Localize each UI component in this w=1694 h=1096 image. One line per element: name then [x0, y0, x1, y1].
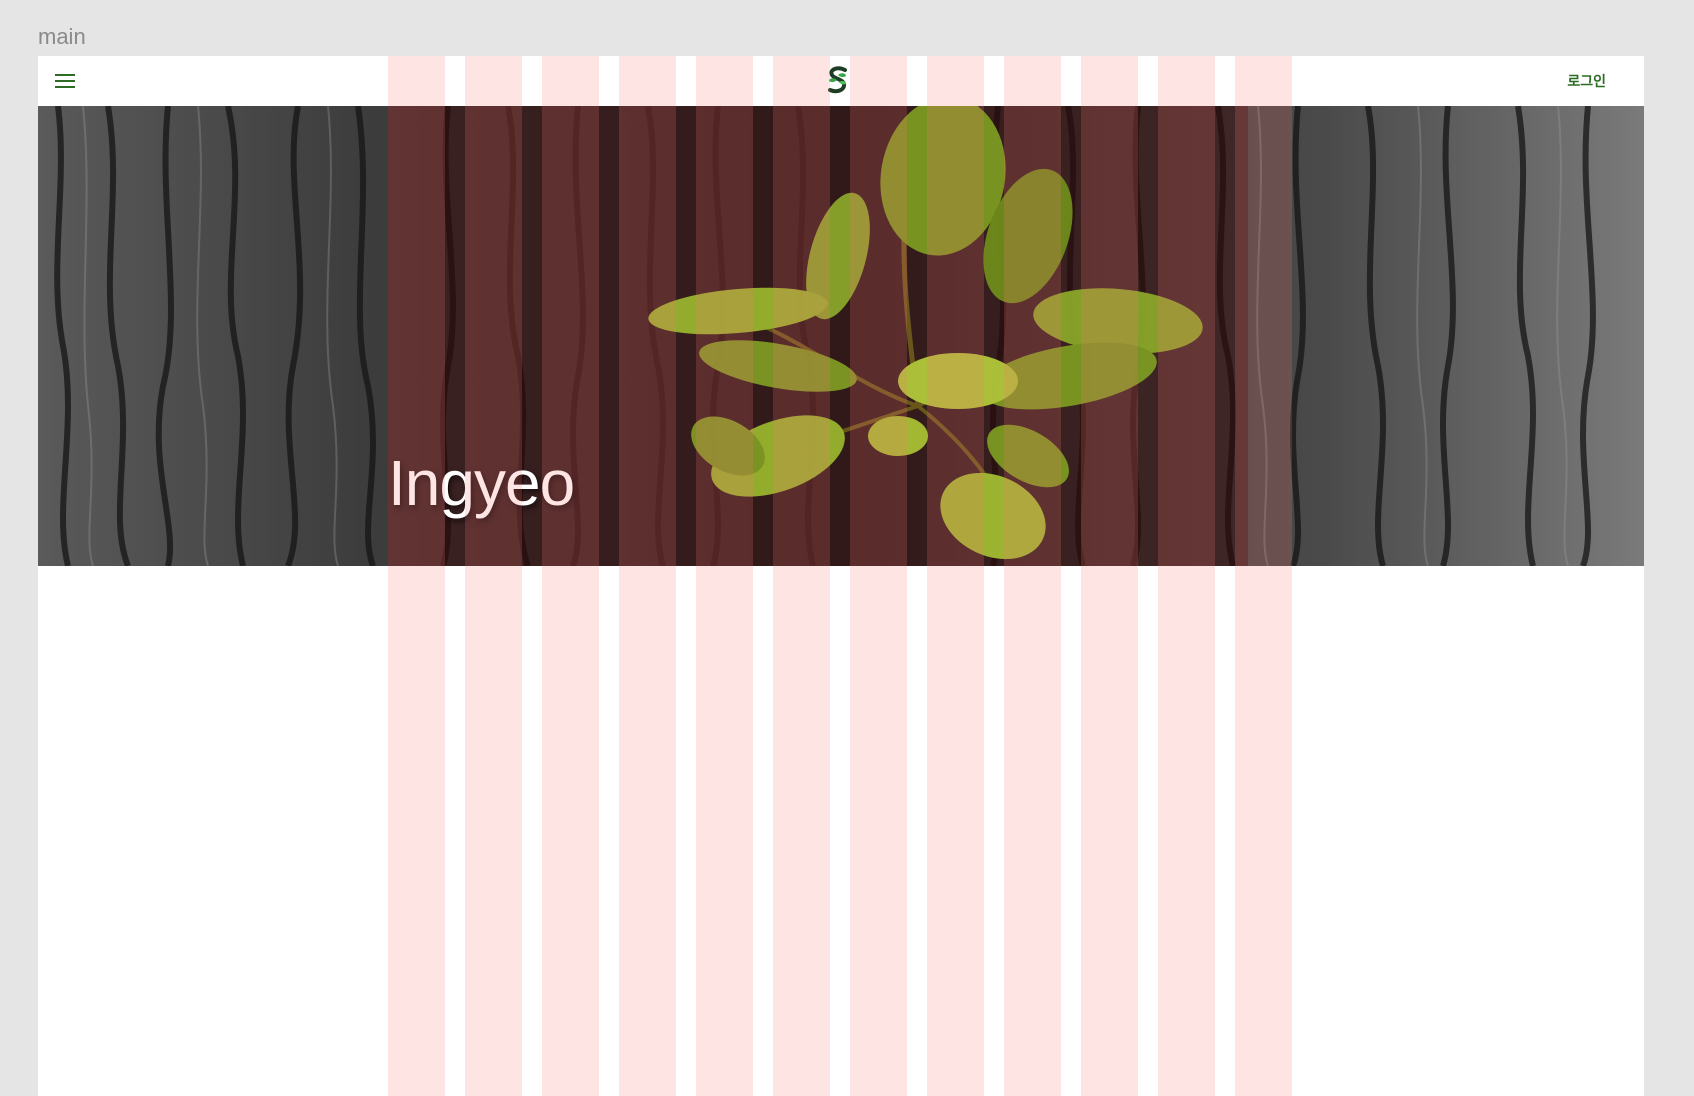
leaf-s-logo-icon[interactable]	[825, 66, 851, 96]
hero-title: Ingyeo	[388, 447, 575, 519]
artboard-label: main	[38, 24, 86, 49]
login-button[interactable]: 로그인	[1567, 71, 1606, 91]
hero-bark-image	[38, 106, 1644, 566]
main-artboard: 로그인 Ingyeo	[38, 56, 1644, 1096]
app-bar: 로그인	[38, 56, 1644, 106]
hero-banner: Ingyeo	[38, 106, 1644, 566]
hamburger-menu-icon[interactable]	[52, 69, 78, 93]
